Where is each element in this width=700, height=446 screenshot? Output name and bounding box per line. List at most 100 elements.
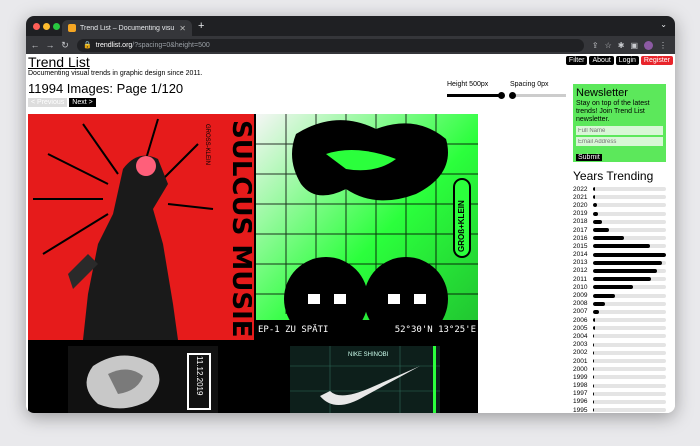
- year-label: 2002: [573, 349, 588, 357]
- submit-button[interactable]: Submit: [576, 154, 602, 161]
- year-bar-track: [593, 375, 666, 380]
- poster-sulcus-musier[interactable]: SULCUS MUSIER GROSS-KLEIN: [28, 114, 254, 340]
- poster-sulcus-side: GROSS-KLEIN: [204, 124, 210, 166]
- year-label: 2003: [573, 341, 588, 349]
- minimize-window-dot[interactable]: [43, 23, 50, 30]
- poster-ep1-zu-spati[interactable]: GROß+KLEIN EP-1 ZU SPÄTI 52°30'N 13°25'E: [256, 114, 478, 340]
- year-bar-fill: [593, 318, 596, 323]
- year-row[interactable]: 2000: [573, 365, 668, 373]
- year-bar-fill: [593, 285, 634, 290]
- year-row[interactable]: 2011: [573, 275, 668, 283]
- year-label: 2016: [573, 234, 588, 242]
- year-row[interactable]: 2015: [573, 242, 668, 250]
- year-row[interactable]: 2021: [573, 193, 668, 201]
- register-button[interactable]: Register: [640, 56, 673, 65]
- year-label: 2006: [573, 316, 588, 324]
- year-row[interactable]: 2001: [573, 357, 668, 365]
- reload-icon[interactable]: ↻: [59, 40, 71, 51]
- login-button[interactable]: Login: [615, 56, 639, 65]
- year-row[interactable]: 2010: [573, 283, 668, 291]
- sidebar-icon[interactable]: ▣: [630, 41, 638, 50]
- year-row[interactable]: 2016: [573, 234, 668, 242]
- year-row[interactable]: 2003: [573, 341, 668, 349]
- site-title-link[interactable]: Trend List: [28, 54, 90, 70]
- year-row[interactable]: 2009: [573, 291, 668, 299]
- year-row[interactable]: 2007: [573, 308, 668, 316]
- page-content: Trend List Documenting visual trends in …: [26, 54, 675, 413]
- poster-nike-title: NIKE SHINOBI: [348, 352, 389, 358]
- year-row[interactable]: 2002: [573, 349, 668, 357]
- year-row[interactable]: 2019: [573, 210, 668, 218]
- height-slider-track[interactable]: [447, 94, 503, 97]
- site-tagline: Documenting visual trends in graphic des…: [28, 70, 203, 77]
- year-bar-track: [593, 236, 666, 241]
- year-label: 2015: [573, 242, 588, 250]
- full-name-input[interactable]: [576, 126, 663, 135]
- height-slider-knob[interactable]: [498, 92, 505, 99]
- more-menu-icon[interactable]: ⋮: [659, 41, 667, 50]
- tab-bar: Trend List – Documenting visu ✕ + ⌄: [26, 16, 675, 36]
- address-bar[interactable]: 🔒 trendlist.org/?spacing=0&height=500: [77, 38, 584, 52]
- year-bar-track: [593, 326, 666, 331]
- bookmark-star-icon[interactable]: ☆: [605, 41, 612, 50]
- back-icon[interactable]: ←: [29, 40, 41, 50]
- year-bar-track: [593, 391, 666, 396]
- year-bar-fill: [593, 236, 624, 241]
- email-input[interactable]: [576, 137, 663, 146]
- about-button[interactable]: About: [589, 56, 614, 65]
- year-row[interactable]: 2013: [573, 259, 668, 267]
- year-label: 2021: [573, 193, 588, 201]
- filter-button[interactable]: Filter: [565, 56, 588, 65]
- tab-menu-icon[interactable]: ⌄: [660, 20, 667, 29]
- year-row[interactable]: 2017: [573, 226, 668, 234]
- year-label: 2011: [573, 275, 587, 283]
- close-window-dot[interactable]: [33, 23, 40, 30]
- forward-icon[interactable]: →: [44, 40, 56, 50]
- new-tab-icon[interactable]: +: [198, 20, 204, 32]
- year-row[interactable]: 1999: [573, 373, 668, 381]
- year-row[interactable]: 2005: [573, 324, 668, 332]
- next-button[interactable]: Next >: [69, 98, 96, 107]
- profile-avatar[interactable]: [644, 40, 653, 50]
- year-bar-track: [593, 203, 666, 208]
- year-row[interactable]: 2014: [573, 251, 668, 259]
- maximize-window-dot[interactable]: [53, 23, 60, 30]
- tab-title: Trend List – Documenting visu: [80, 24, 175, 32]
- year-row[interactable]: 2008: [573, 300, 668, 308]
- year-bar-track: [593, 252, 666, 257]
- extensions-icon[interactable]: ✱: [618, 41, 625, 50]
- year-row[interactable]: 2022: [573, 185, 668, 193]
- browser-toolbar: ← → ↻ 🔒 trendlist.org/?spacing=0&height=…: [26, 36, 675, 54]
- spacing-slider-track[interactable]: [510, 94, 566, 97]
- year-bar-fill: [593, 244, 650, 249]
- year-row[interactable]: 2012: [573, 267, 668, 275]
- year-row[interactable]: 2004: [573, 332, 668, 340]
- year-row[interactable]: 2006: [573, 316, 668, 324]
- poster-nike-shinobi[interactable]: NIKE SHINOBI: [290, 346, 440, 413]
- year-bar-fill: [593, 260, 663, 265]
- year-bar-fill: [593, 187, 596, 192]
- spacing-slider-knob[interactable]: [509, 92, 516, 99]
- year-row[interactable]: 1996: [573, 398, 668, 406]
- browser-tab[interactable]: Trend List – Documenting visu ✕: [62, 20, 192, 36]
- close-tab-icon[interactable]: ✕: [179, 24, 186, 33]
- previous-button[interactable]: < Previous: [28, 98, 68, 107]
- poster-spati-caption-left: EP-1 ZU SPÄTI: [258, 325, 329, 335]
- url-path: /?spacing=0&height=500: [132, 41, 210, 49]
- height-slider-label: Height 500px: [447, 81, 489, 88]
- year-bar-track: [593, 342, 666, 347]
- share-icon[interactable]: ⇪: [592, 41, 599, 50]
- year-label: 2020: [573, 201, 588, 209]
- year-bar-fill: [593, 268, 658, 273]
- year-row[interactable]: 2020: [573, 201, 668, 209]
- year-row[interactable]: 1995: [573, 406, 668, 413]
- year-label: 2001: [573, 357, 588, 365]
- year-label: 2022: [573, 185, 588, 193]
- year-bar-track: [593, 293, 666, 298]
- year-label: 1995: [573, 406, 588, 413]
- year-row[interactable]: 2018: [573, 218, 668, 226]
- year-row[interactable]: 1997: [573, 390, 668, 398]
- year-row[interactable]: 1998: [573, 382, 668, 390]
- poster-chrome-2019[interactable]: 11.12.2019: [68, 346, 218, 413]
- year-bar-fill: [593, 367, 595, 372]
